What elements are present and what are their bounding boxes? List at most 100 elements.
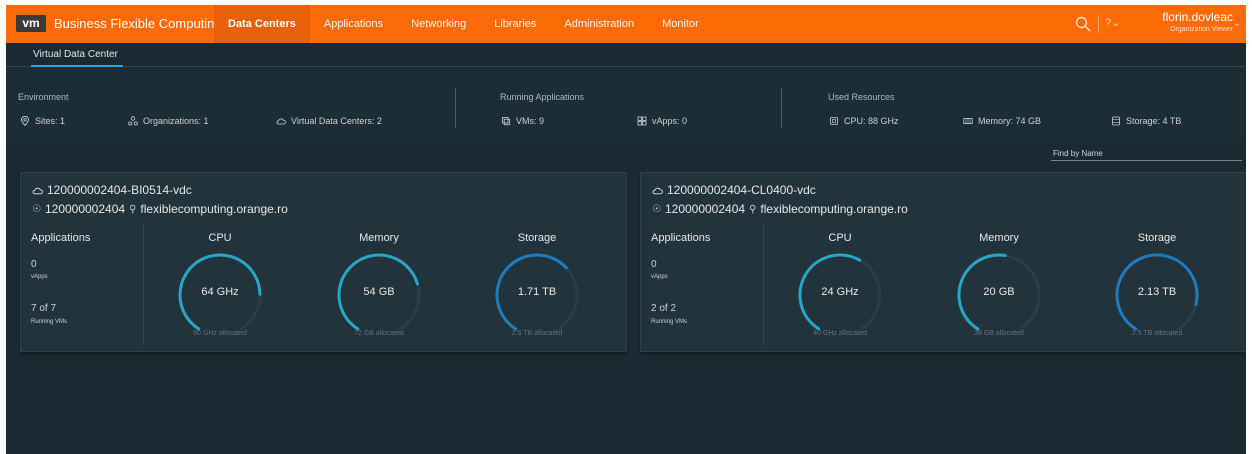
vapps-count: 0 [31, 259, 37, 270]
globe-icon: ☉ [652, 203, 661, 215]
search-icon[interactable] [1075, 16, 1091, 32]
tab-virtual-data-center[interactable]: Virtual Data Center [33, 49, 118, 60]
storage-usage-label: Storage: 4 TB [1126, 116, 1182, 126]
running-vms-count: 7 of 7 [31, 303, 57, 314]
storage-title: Storage [517, 232, 557, 244]
memory-value: 20 GB [983, 286, 1015, 298]
storage-usage: Storage: 4 TB [1111, 116, 1181, 126]
summary-divider [455, 88, 456, 128]
sites-label: Sites: 1 [35, 116, 66, 126]
main-nav: Data Centers Applications Networking Lib… [214, 5, 713, 43]
vmware-logo[interactable]: vm [16, 15, 46, 32]
header-divider [1098, 15, 1099, 33]
vdc-site: flexiblecomputing.orange.ro [760, 202, 908, 216]
vapps-count: 0 [651, 259, 657, 270]
organization-icon [128, 116, 138, 126]
vdc-label: Virtual Data Centers: 2 [291, 116, 382, 126]
nav-data-centers[interactable]: Data Centers [214, 5, 310, 43]
cpu-value: 64 GHz [201, 286, 239, 298]
nav-networking[interactable]: Networking [397, 5, 480, 43]
storage-value: 2.13 TB [1137, 286, 1177, 298]
vapps-label: vApps [31, 274, 48, 280]
vdc-org: 120000002404 [664, 202, 746, 216]
vm-icon [502, 117, 511, 126]
find-by-name-input[interactable]: Find by Name [1053, 149, 1103, 158]
cpu-allocated: 80 GHz allocated [193, 330, 247, 337]
sites-count: Sites: 1 [20, 116, 65, 126]
top-header: vm Business Flexible Computing Data Cent… [6, 5, 1246, 43]
organizations-label: Organizations: 1 [143, 116, 209, 126]
vdc-name: 120000002404-CL0400-vdc [667, 183, 816, 197]
vms-label: VMs: 9 [516, 116, 545, 126]
user-name: florin.dovleac [1162, 10, 1233, 24]
vapps-label: vApps: 0 [652, 116, 688, 126]
user-menu[interactable]: florin.dovleac Organization Viewer [1151, 10, 1233, 33]
summary-divider [781, 88, 782, 128]
cloud-icon [32, 187, 43, 194]
sub-navigation: Virtual Data Center [6, 43, 1246, 67]
organizations-count: Organizations: 1 [128, 116, 209, 126]
location-pin-icon [21, 116, 29, 126]
cpu-icon [830, 117, 838, 125]
cpu-title: CPU [208, 232, 232, 244]
storage-allocated: 2.5 TB allocated [1131, 330, 1183, 337]
vdc-card[interactable]: 120000002404-CL0400-vdc ☉ 120000002404 ⚲… [640, 172, 1246, 352]
memory-allocated: 38 GB allocated [974, 330, 1024, 337]
running-apps-title: Running Applications [500, 92, 585, 102]
cpu-allocated: 40 GHz allocated [813, 330, 867, 337]
vapps-label: vApps [651, 274, 668, 280]
vdc-site: flexiblecomputing.orange.ro [140, 202, 288, 216]
cpu-title: CPU [828, 232, 852, 244]
applications-section: Applications 0 vApps 2 of 2 Running VMs [641, 225, 764, 345]
applications-title: Applications [651, 232, 711, 244]
cloud-icon [652, 187, 663, 194]
cpu-value: 24 GHz [821, 286, 859, 298]
user-role: Organization Viewer [1170, 26, 1233, 33]
nav-monitor[interactable]: Monitor [648, 5, 713, 43]
vapps-count: vApps: 0 [637, 116, 687, 126]
app-frame: vm Business Flexible Computing Data Cent… [6, 5, 1246, 454]
memory-usage: Memory: 74 GB [963, 116, 1041, 126]
running-vms-label: Running VMs [31, 319, 68, 325]
globe-icon: ☉ [32, 203, 41, 215]
environment-title: Environment [18, 92, 69, 102]
vdc-org: 120000002404 [44, 202, 126, 216]
vdc-title[interactable]: 120000002404-BI0514-vdc [32, 183, 192, 197]
vdc-name: 120000002404-BI0514-vdc [47, 183, 192, 197]
location-pin-icon: ⚲ [129, 203, 137, 215]
storage-title: Storage [1137, 232, 1177, 244]
cpu-usage-label: CPU: 88 GHz [844, 116, 899, 126]
storage-allocated: 2.6 TB allocated [511, 330, 563, 337]
nav-administration[interactable]: Administration [550, 5, 648, 43]
memory-title: Memory [979, 232, 1019, 244]
applications-title: Applications [31, 232, 91, 244]
vdc-count: Virtual Data Centers: 2 [276, 116, 382, 126]
storage-value: 1.71 TB [517, 286, 557, 298]
memory-title: Memory [359, 232, 399, 244]
nav-applications[interactable]: Applications [310, 5, 397, 43]
memory-value: 54 GB [363, 286, 395, 298]
vdc-card[interactable]: 120000002404-BI0514-vdc ☉ 120000002404 ⚲… [20, 172, 627, 352]
vdc-subtitle: ☉ 120000002404 ⚲ flexiblecomputing.orang… [32, 202, 288, 216]
memory-allocated: 72 GB allocated [354, 330, 404, 337]
running-vms-count: 2 of 2 [651, 303, 677, 314]
storage-icon [1112, 116, 1120, 126]
running-vms-label: Running VMs [651, 319, 688, 325]
vdc-title[interactable]: 120000002404-CL0400-vdc [652, 183, 816, 197]
memory-icon [963, 118, 973, 124]
vms-count: VMs: 9 [501, 116, 544, 126]
used-resources-title: Used Resources [828, 92, 895, 102]
location-pin-icon: ⚲ [749, 203, 757, 215]
chevron-down-icon[interactable]: ⌄ [1233, 18, 1241, 29]
cpu-usage: CPU: 88 GHz [829, 116, 899, 126]
help-icon[interactable]: ?⌄ [1105, 16, 1120, 29]
cloud-icon [276, 118, 286, 125]
brand-title[interactable]: Business Flexible Computing [54, 16, 222, 31]
vdc-subtitle: ☉ 120000002404 ⚲ flexiblecomputing.orang… [652, 202, 908, 216]
active-tab-indicator [31, 65, 123, 67]
applications-section: Applications 0 vApps 7 of 7 Running VMs [21, 225, 144, 345]
memory-usage-label: Memory: 74 GB [978, 116, 1042, 126]
vapp-icon [637, 116, 647, 126]
nav-libraries[interactable]: Libraries [480, 5, 550, 43]
find-input-underline [1051, 160, 1242, 161]
